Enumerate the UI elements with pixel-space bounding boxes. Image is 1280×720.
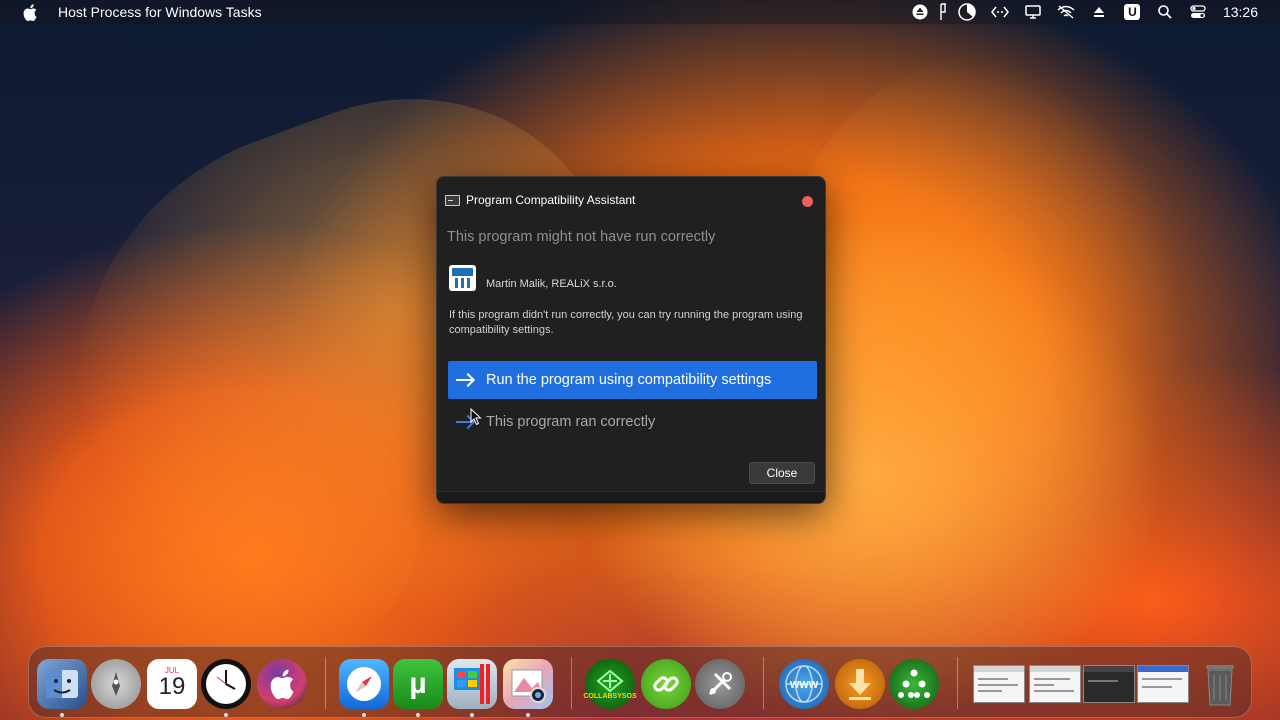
dock-apple-tv-icon[interactable] [257, 659, 307, 709]
ran-correctly-button[interactable]: This program ran correctly [448, 403, 817, 441]
active-app-title[interactable]: Host Process for Windows Tasks [58, 4, 262, 20]
arrow-right-icon [456, 373, 476, 387]
collabsysos-label: COLLABSYSOS [583, 692, 637, 700]
display-icon[interactable] [1017, 0, 1050, 24]
code-icon[interactable] [984, 0, 1017, 24]
dock-window-thumbnail[interactable] [1137, 665, 1189, 703]
www-label: WWW [790, 680, 819, 691]
dock-clock-icon[interactable] [201, 659, 251, 717]
u-badge-icon[interactable]: U [1116, 0, 1149, 24]
dialog-footer [437, 491, 825, 503]
dock-downloader-icon[interactable] [835, 659, 885, 709]
mouse-cursor-icon [470, 407, 482, 426]
publisher-name: Martin Malik, REALiX s.r.o. [486, 278, 617, 290]
dock-collabsysos-icon[interactable]: COLLABSYSOS [583, 659, 637, 709]
publisher-logo-icon [449, 265, 476, 291]
dock-separator [571, 657, 572, 709]
dock-calendar-icon[interactable]: JUL 19 [147, 659, 197, 709]
dialog-title: Program Compatibility Assistant [466, 193, 636, 207]
calendar-day: 19 [158, 672, 186, 700]
dialog-title-bar: Program Compatibility Assistant [445, 193, 635, 207]
ran-correctly-label: This program ran correctly [486, 414, 656, 430]
eject-triangle-icon[interactable] [1083, 0, 1116, 24]
search-icon[interactable] [1149, 0, 1182, 24]
dock-preview-icon[interactable] [503, 659, 553, 717]
u-badge-label: U [1124, 4, 1141, 20]
dock-link-icon[interactable] [641, 659, 691, 709]
dock-network-icon[interactable] [889, 659, 939, 709]
close-window-icon[interactable] [802, 196, 813, 207]
pinnacle-icon[interactable] [937, 0, 951, 24]
dock-separator [957, 657, 958, 709]
run-compatibility-label: Run the program using compatibility sett… [486, 372, 772, 388]
dock-utorrent-icon[interactable]: µ [393, 659, 443, 717]
dock-parallels-icon[interactable] [447, 659, 497, 717]
dialog-heading: This program might not have run correctl… [447, 229, 716, 245]
dock-trash-icon[interactable] [1195, 659, 1245, 709]
wallpaper-wave [0, 380, 420, 680]
dock-safari-icon[interactable] [339, 659, 389, 717]
dock-launchpad-icon[interactable] [91, 659, 141, 709]
close-button[interactable]: Close [749, 462, 815, 484]
control-center-icon[interactable] [1182, 0, 1215, 24]
dialog-description: If this program didn't run correctly, yo… [449, 309, 803, 336]
dock-separator [763, 657, 764, 709]
pie-chart-icon[interactable] [951, 0, 984, 24]
eject-icon[interactable] [904, 0, 937, 24]
torrent-glyph: µ [409, 667, 427, 700]
compatibility-dialog: Program Compatibility Assistant This pro… [436, 176, 826, 504]
dock-separator [325, 657, 326, 709]
dock-tools-icon[interactable] [695, 659, 745, 709]
dock: JUL 19 µ COLLABSYSOS WWW [28, 646, 1252, 718]
dock-finder-icon[interactable] [37, 659, 87, 717]
dock-www-icon[interactable]: WWW [779, 659, 829, 709]
window-app-icon [445, 194, 460, 206]
dock-window-thumbnail[interactable] [1029, 665, 1081, 703]
menu-bar: Host Process for Windows Tasks U 13:26 [0, 0, 1280, 24]
menubar-clock[interactable]: 13:26 [1223, 4, 1258, 20]
dock-window-thumbnail[interactable] [973, 665, 1025, 703]
apple-menu-icon[interactable] [20, 2, 40, 22]
dock-window-thumbnail[interactable] [1083, 665, 1135, 703]
run-compatibility-button[interactable]: Run the program using compatibility sett… [448, 361, 817, 399]
wifi-off-icon[interactable] [1050, 0, 1083, 24]
